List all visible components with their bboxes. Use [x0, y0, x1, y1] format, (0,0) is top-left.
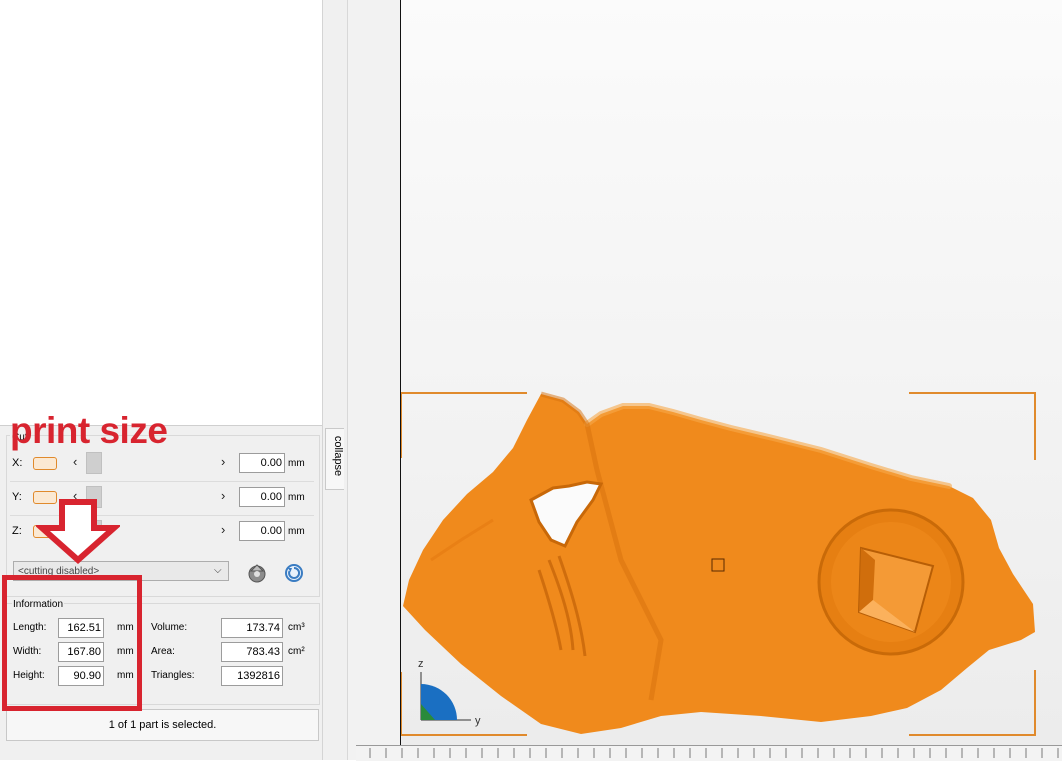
collapse-label: collapse — [332, 435, 345, 477]
cut-tool-icon[interactable] — [245, 561, 269, 588]
cut-x-input[interactable]: 0.00 — [239, 453, 285, 473]
3d-viewport[interactable]: z y — [400, 0, 1062, 745]
cut-y-input[interactable]: 0.00 — [239, 487, 285, 507]
cut-x-label: X: — [12, 457, 23, 469]
cut-x-toggle[interactable] — [33, 457, 57, 470]
volume-unit: cm³ — [288, 622, 305, 633]
area-value: 783.43 — [221, 642, 283, 662]
cut-y-unit: mm — [288, 492, 305, 503]
z-axis-label: z — [418, 658, 424, 670]
collapse-strip — [323, 0, 348, 760]
cut-x-slider-thumb[interactable] — [86, 452, 102, 474]
mask-model — [403, 391, 1035, 734]
cut-x-right-arrow[interactable]: › — [221, 454, 225, 469]
cut-x-slider[interactable] — [86, 452, 216, 474]
viewport-canvas: z y — [401, 391, 1036, 736]
y-axis-label: y — [475, 715, 481, 727]
cut-x-left-arrow[interactable]: ‹ — [73, 454, 77, 469]
triangles-label: Triangles: — [151, 670, 195, 681]
cut-z-label: Z: — [12, 525, 22, 537]
bottom-ruler — [356, 745, 1062, 761]
panel-gutter — [348, 0, 400, 760]
triangles-value: 1392816 — [221, 666, 283, 686]
cut-z-input[interactable]: 0.00 — [239, 521, 285, 541]
chevron-down-icon: ⌵ — [214, 565, 222, 576]
area-label: Area: — [151, 646, 175, 657]
cut-y-right-arrow[interactable]: › — [221, 488, 225, 503]
cut-z-unit: mm — [288, 526, 305, 537]
cut-x-unit: mm — [288, 458, 305, 469]
area-unit: cm² — [288, 646, 305, 657]
divider — [10, 481, 314, 482]
volume-value: 173.74 — [221, 618, 283, 638]
volume-label: Volume: — [151, 622, 188, 633]
annotation-arrow-icon — [34, 498, 122, 567]
cut-z-right-arrow[interactable]: › — [221, 522, 225, 537]
cut-y-label: Y: — [12, 491, 22, 503]
ruler-ticks — [369, 748, 1059, 758]
annotation-text: print size — [10, 410, 168, 451]
annotation-highlight-box — [2, 575, 142, 711]
parts-list-area — [0, 0, 322, 426]
selection-status: 1 of 1 part is selected. — [6, 709, 319, 741]
reset-icon[interactable] — [284, 563, 304, 586]
